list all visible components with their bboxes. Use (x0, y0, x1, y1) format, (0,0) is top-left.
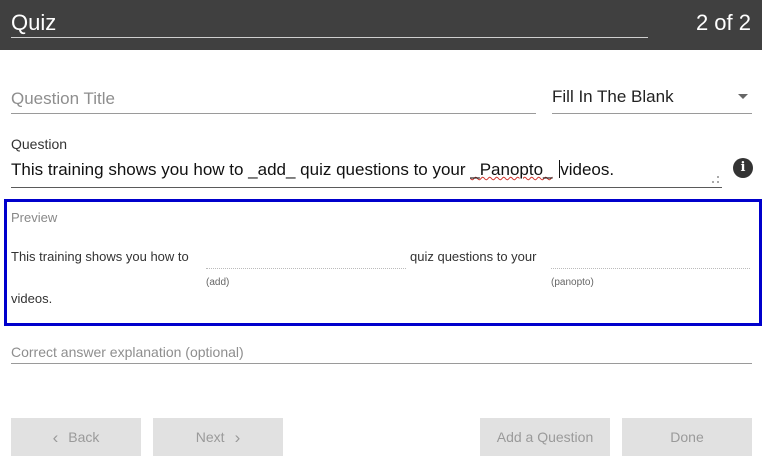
chevron-right-icon: › (234, 427, 241, 447)
question-type-value: Fill In The Blank (552, 87, 674, 106)
question-text-start: This training shows you how to _add_ qui… (11, 160, 471, 179)
preview-text-1: This training shows you how to (11, 249, 189, 264)
question-title-field[interactable] (11, 84, 536, 114)
preview-text-2: quiz questions to your (410, 249, 537, 264)
preview-blank-1[interactable] (206, 251, 406, 269)
question-text-end: videos. (560, 160, 615, 179)
preview-blank-1-hint: (add) (206, 277, 230, 288)
add-question-button[interactable]: Add a Question (480, 418, 610, 456)
explanation-field[interactable] (11, 340, 752, 364)
question-counter: 2 of 2 (695, 10, 751, 35)
add-question-label: Add a Question (496, 429, 594, 445)
resize-grip-icon[interactable] (712, 176, 719, 183)
explanation-input[interactable] (11, 340, 752, 363)
preview-panel: Preview This training shows you how to (… (4, 199, 762, 326)
done-button-label: Done (670, 429, 704, 445)
question-title-input[interactable] (11, 84, 536, 113)
question-label: Question (11, 136, 68, 152)
chevron-left-icon: ‹ (52, 427, 59, 447)
next-button[interactable]: Next › (153, 418, 283, 456)
preview-blank-2-hint: (panopto) (551, 277, 594, 288)
chevron-down-icon (738, 94, 748, 99)
done-button[interactable]: Done (622, 418, 752, 456)
next-button-label: Next (195, 429, 225, 445)
question-textarea[interactable]: This training shows you how to _add_ qui… (11, 154, 722, 188)
quiz-title[interactable]: Quiz (11, 10, 56, 36)
back-button[interactable]: ‹ Back (11, 418, 141, 456)
preview-label: Preview (11, 210, 58, 225)
preview-text-3: videos. (11, 291, 53, 306)
question-type-select[interactable]: Fill In The Blank (552, 84, 752, 114)
spellcheck-word: _Panopto_ (470, 160, 553, 179)
info-icon[interactable]: i (733, 158, 753, 178)
question-text[interactable]: This training shows you how to _add_ qui… (11, 160, 614, 180)
quiz-header: Quiz 2 of 2 (0, 0, 762, 50)
back-button-label: Back (68, 429, 100, 445)
quiz-title-field[interactable]: Quiz (11, 8, 648, 38)
preview-blank-2[interactable] (551, 251, 750, 269)
